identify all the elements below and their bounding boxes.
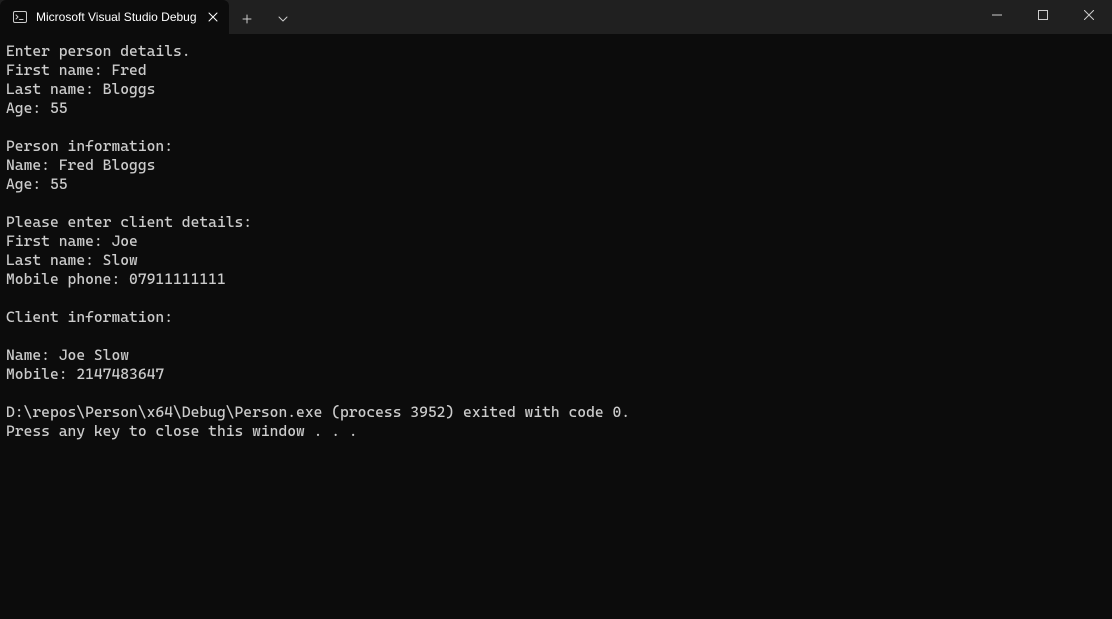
console-output: Enter person details. First name: Fred L… (6, 42, 1106, 441)
terminal-icon (12, 9, 28, 25)
new-tab-button[interactable] (229, 5, 265, 33)
tabs-area: Microsoft Visual Studio Debug (0, 0, 301, 34)
window-caption-buttons (974, 0, 1112, 30)
title-bar: Microsoft Visual Studio Debug (0, 0, 1112, 34)
close-window-button[interactable] (1066, 0, 1112, 30)
minimize-button[interactable] (974, 0, 1020, 30)
tab-title: Microsoft Visual Studio Debug (36, 10, 197, 24)
terminal-content[interactable]: Enter person details. First name: Fred L… (0, 34, 1112, 619)
close-tab-button[interactable] (205, 9, 221, 25)
tab-dropdown-button[interactable] (265, 5, 301, 33)
terminal-window: Microsoft Visual Studio Debug (0, 0, 1112, 619)
terminal-tab[interactable]: Microsoft Visual Studio Debug (0, 0, 229, 34)
tab-actions (229, 0, 301, 34)
maximize-button[interactable] (1020, 0, 1066, 30)
